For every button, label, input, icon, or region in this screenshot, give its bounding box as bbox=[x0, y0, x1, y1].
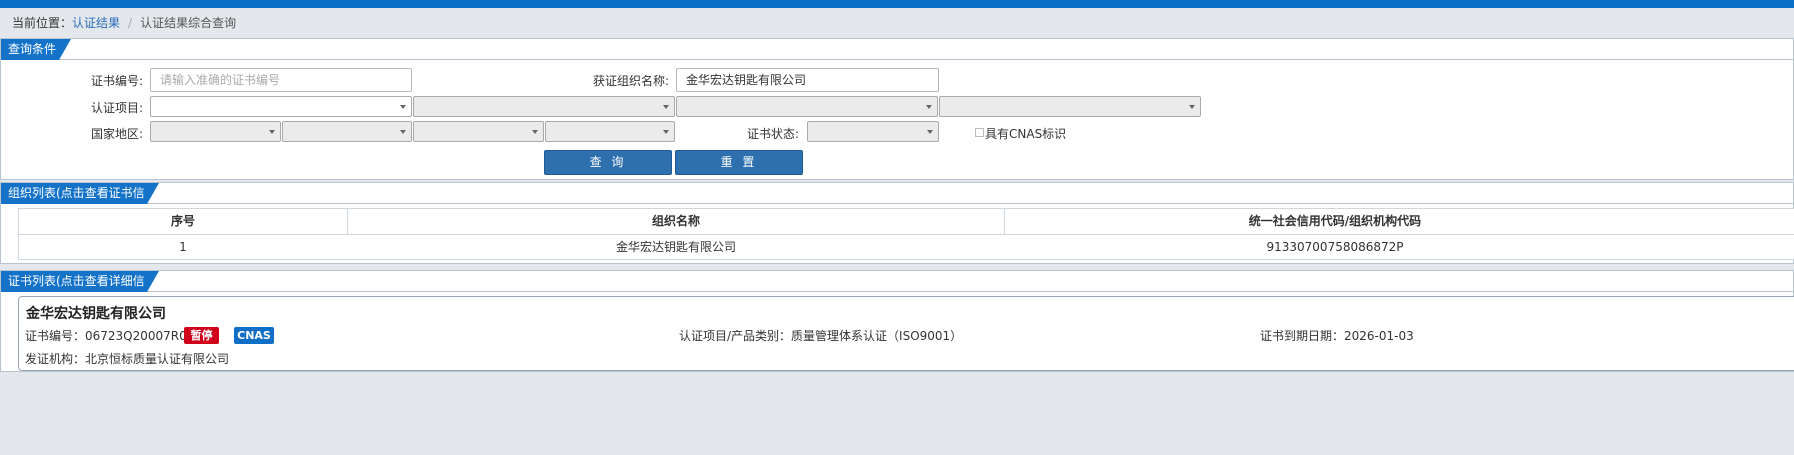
column-header-org-name: 组织名称 bbox=[651, 214, 700, 228]
cert-issuer: 发证机构：北京恒标质量认证有限公司 bbox=[25, 352, 230, 366]
table-cell-index[interactable]: 1 bbox=[19, 235, 347, 260]
cert-status-label: 证书状态: bbox=[746, 127, 799, 141]
chevron-down-icon bbox=[400, 105, 406, 109]
org-table: 序号 组织名称 统一社会信用代码/组织机构代码 1 金华宏达钥匙有限公司 913… bbox=[18, 208, 1794, 260]
cert-org-name: 金华宏达钥匙有限公司 bbox=[26, 306, 166, 322]
cert-list-panel-title: 证书列表(点击查看详细信息) bbox=[1, 271, 159, 292]
region-select-3[interactable] bbox=[413, 121, 544, 142]
chevron-down-icon bbox=[927, 130, 933, 134]
cnas-checkbox[interactable] bbox=[975, 128, 984, 137]
search-button[interactable]: 查 询 bbox=[544, 150, 672, 175]
table-cell-org-name[interactable]: 金华宏达钥匙有限公司 bbox=[348, 235, 1004, 260]
query-panel-header: 查询条件 bbox=[1, 39, 1793, 60]
region-label: 国家地区: bbox=[90, 127, 143, 141]
cert-expiry-date: 证书到期日期：2026-01-03 bbox=[1260, 329, 1414, 343]
cert-no-input[interactable]: 请输入准确的证书编号 bbox=[150, 68, 412, 92]
table-cell-credit-code[interactable]: 91330700758086872P bbox=[1005, 235, 1665, 260]
cert-project: 认证项目/产品类别：质量管理体系认证（ISO9001） bbox=[679, 329, 963, 343]
region-select-4[interactable] bbox=[545, 121, 675, 142]
org-list-panel: 组织列表(点击查看证书信息) 序号 组织名称 统一社会信用代码/组织机构代码 1… bbox=[0, 182, 1794, 264]
chevron-down-icon bbox=[269, 130, 275, 134]
cnas-checkbox-label: 具有CNAS标识 bbox=[985, 127, 1067, 141]
cert-list-panel: 证书列表(点击查看详细信息) 金华宏达钥匙有限公司 证书编号：06723Q200… bbox=[0, 270, 1794, 372]
chevron-down-icon bbox=[663, 130, 669, 134]
org-list-panel-title: 组织列表(点击查看证书信息) bbox=[1, 183, 159, 204]
org-list-panel-header: 组织列表(点击查看证书信息) bbox=[1, 183, 1793, 204]
cert-number: 证书编号：06723Q20007R0S bbox=[25, 329, 195, 343]
cert-no-label: 证书编号: bbox=[90, 74, 143, 88]
reset-button[interactable]: 重 置 bbox=[675, 150, 803, 175]
cnas-badge: CNAS bbox=[234, 327, 274, 344]
breadcrumb-label: 当前位置： bbox=[12, 16, 73, 30]
query-panel: 查询条件 证书编号: 请输入准确的证书编号 获证组织名称: 金华宏达钥匙有限公司… bbox=[0, 38, 1794, 180]
chevron-down-icon bbox=[532, 130, 538, 134]
column-header-credit-code: 统一社会信用代码/组织机构代码 bbox=[1248, 214, 1422, 228]
breadcrumb: 当前位置：认证结果 / 认证结果综合查询 bbox=[12, 15, 236, 31]
top-brand-bar bbox=[0, 0, 1794, 8]
column-header-index: 序号 bbox=[170, 214, 195, 228]
cert-status-select[interactable] bbox=[807, 121, 939, 142]
cert-project-select-4[interactable] bbox=[939, 96, 1201, 117]
cert-project-select-1[interactable] bbox=[150, 96, 412, 117]
breadcrumb-link-results[interactable]: 认证结果 bbox=[72, 16, 120, 30]
status-badge-suspended: 暂停 bbox=[184, 327, 219, 344]
chevron-down-icon bbox=[663, 105, 669, 109]
cert-project-select-2[interactable] bbox=[413, 96, 675, 117]
org-name-input[interactable]: 金华宏达钥匙有限公司 bbox=[676, 68, 939, 92]
breadcrumb-current: 认证结果综合查询 bbox=[140, 16, 237, 30]
cert-project-label: 认证项目: bbox=[90, 101, 143, 115]
region-select-2[interactable] bbox=[282, 121, 412, 142]
cert-project-select-3[interactable] bbox=[676, 96, 938, 117]
region-select-1[interactable] bbox=[150, 121, 281, 142]
chevron-down-icon bbox=[926, 105, 932, 109]
org-name-label: 获证组织名称: bbox=[592, 74, 669, 88]
chevron-down-icon bbox=[1189, 105, 1195, 109]
chevron-down-icon bbox=[400, 130, 406, 134]
breadcrumb-separator: / bbox=[128, 16, 133, 30]
cert-card[interactable]: 金华宏达钥匙有限公司 证书编号：06723Q20007R0S 暂停 CNAS 认… bbox=[18, 296, 1794, 371]
cert-list-panel-header: 证书列表(点击查看详细信息) bbox=[1, 271, 1793, 292]
query-panel-title: 查询条件 bbox=[1, 39, 71, 60]
